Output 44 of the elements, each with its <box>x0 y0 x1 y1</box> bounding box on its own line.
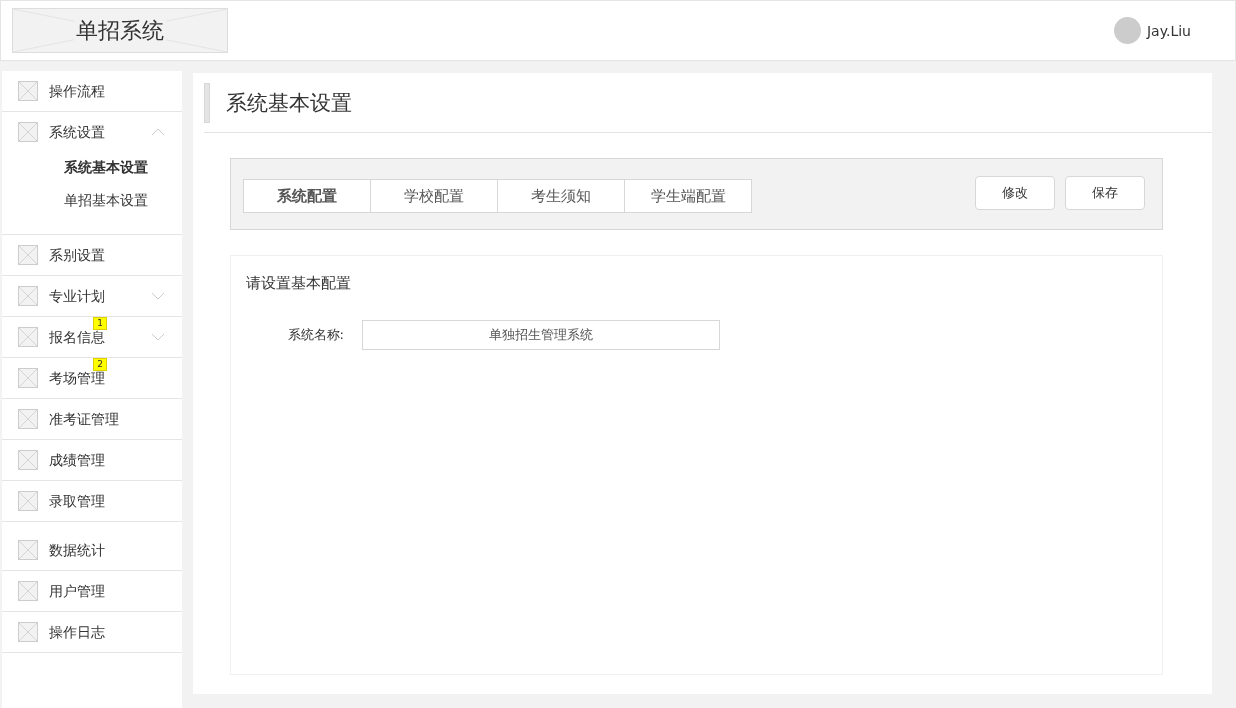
submenu-item[interactable]: 单招基本设置 <box>64 189 182 222</box>
menu-item[interactable]: 录取管理 <box>49 493 105 509</box>
form-heading: 请设置基本配置 <box>246 274 352 293</box>
menu-item[interactable]: 系别设置 <box>49 247 105 263</box>
submenu-item[interactable]: 系统基本设置 <box>64 156 182 189</box>
tab[interactable]: 系统配置 <box>243 179 371 213</box>
menu-item[interactable]: 报名信息 <box>49 329 105 345</box>
notification-badge: 2 <box>93 358 107 371</box>
chevron-down-icon[interactable] <box>151 292 165 300</box>
image-placeholder-icon <box>18 540 38 560</box>
image-placeholder-icon <box>18 245 38 265</box>
chevron-up-icon[interactable] <box>151 128 165 136</box>
avatar[interactable] <box>1114 17 1141 44</box>
image-placeholder-icon <box>18 368 38 388</box>
notification-badge: 1 <box>93 317 107 330</box>
menu-item[interactable]: 专业计划 <box>49 288 105 304</box>
tab[interactable]: 学生端配置 <box>624 179 752 213</box>
menu-item[interactable]: 系统设置 <box>49 124 105 140</box>
menu-item[interactable]: 准考证管理 <box>49 411 119 427</box>
image-placeholder-icon <box>18 581 38 601</box>
image-placeholder-icon <box>18 622 38 642</box>
user-name[interactable]: Jay.Liu <box>1147 22 1191 39</box>
image-placeholder-icon <box>18 286 38 306</box>
page-title: 系统基本设置 <box>226 90 352 117</box>
image-placeholder-icon <box>18 450 38 470</box>
input-field[interactable]: 单独招生管理系统 <box>362 320 720 350</box>
tab[interactable]: 考生须知 <box>497 179 625 213</box>
image-placeholder-icon <box>18 327 38 347</box>
menu-item[interactable]: 操作流程 <box>49 83 105 99</box>
field-label: 系统名称: <box>286 326 344 344</box>
image-placeholder-icon <box>18 409 38 429</box>
menu-item[interactable]: 考场管理 <box>49 370 105 386</box>
action-button[interactable]: 修改 <box>975 176 1055 210</box>
menu-item[interactable]: 用户管理 <box>49 583 105 599</box>
chevron-down-icon[interactable] <box>151 333 165 341</box>
tab[interactable]: 学校配置 <box>370 179 498 213</box>
menu-item[interactable]: 数据统计 <box>49 542 105 558</box>
menu-item[interactable]: 操作日志 <box>49 624 105 640</box>
image-placeholder-icon <box>18 122 38 142</box>
title-accent-bar <box>204 83 210 123</box>
menu-item[interactable]: 成绩管理 <box>49 452 105 468</box>
action-button[interactable]: 保存 <box>1065 176 1145 210</box>
image-placeholder-icon <box>18 81 38 101</box>
image-placeholder-icon <box>18 491 38 511</box>
